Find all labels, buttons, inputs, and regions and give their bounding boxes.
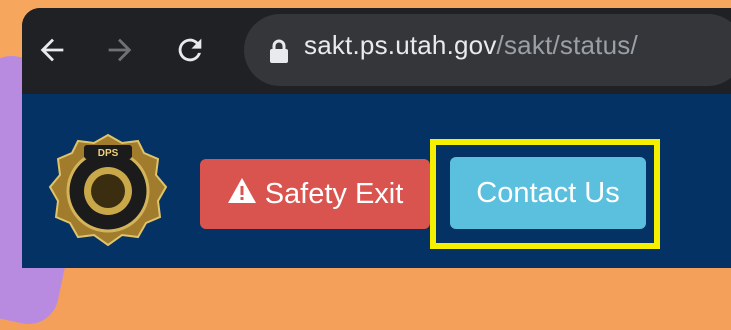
site-header: DPS Safety Exit Contact Us bbox=[22, 94, 731, 268]
url-domain: sakt.ps.utah.gov bbox=[304, 30, 497, 60]
url-path: /sakt/status/ bbox=[496, 30, 638, 60]
contact-us-label: Contact Us bbox=[476, 176, 620, 209]
reload-icon[interactable] bbox=[170, 30, 210, 70]
safety-exit-button[interactable]: Safety Exit bbox=[200, 159, 430, 229]
browser-window: sakt.ps.utah.gov/sakt/status/ DPS Safety… bbox=[22, 8, 731, 268]
utah-dps-badge-icon[interactable]: DPS bbox=[46, 131, 170, 254]
lock-icon[interactable] bbox=[268, 38, 290, 69]
back-arrow-icon[interactable] bbox=[32, 30, 72, 70]
url-text: sakt.ps.utah.gov/sakt/status/ bbox=[304, 30, 638, 61]
warning-triangle-icon bbox=[227, 177, 257, 212]
contact-us-button[interactable]: Contact Us bbox=[450, 157, 646, 229]
forward-arrow-icon[interactable] bbox=[100, 30, 140, 70]
safety-exit-label: Safety Exit bbox=[264, 177, 404, 210]
browser-toolbar: sakt.ps.utah.gov/sakt/status/ bbox=[22, 8, 731, 88]
svg-text:DPS: DPS bbox=[98, 148, 119, 159]
address-bar[interactable]: sakt.ps.utah.gov/sakt/status/ bbox=[244, 14, 731, 86]
